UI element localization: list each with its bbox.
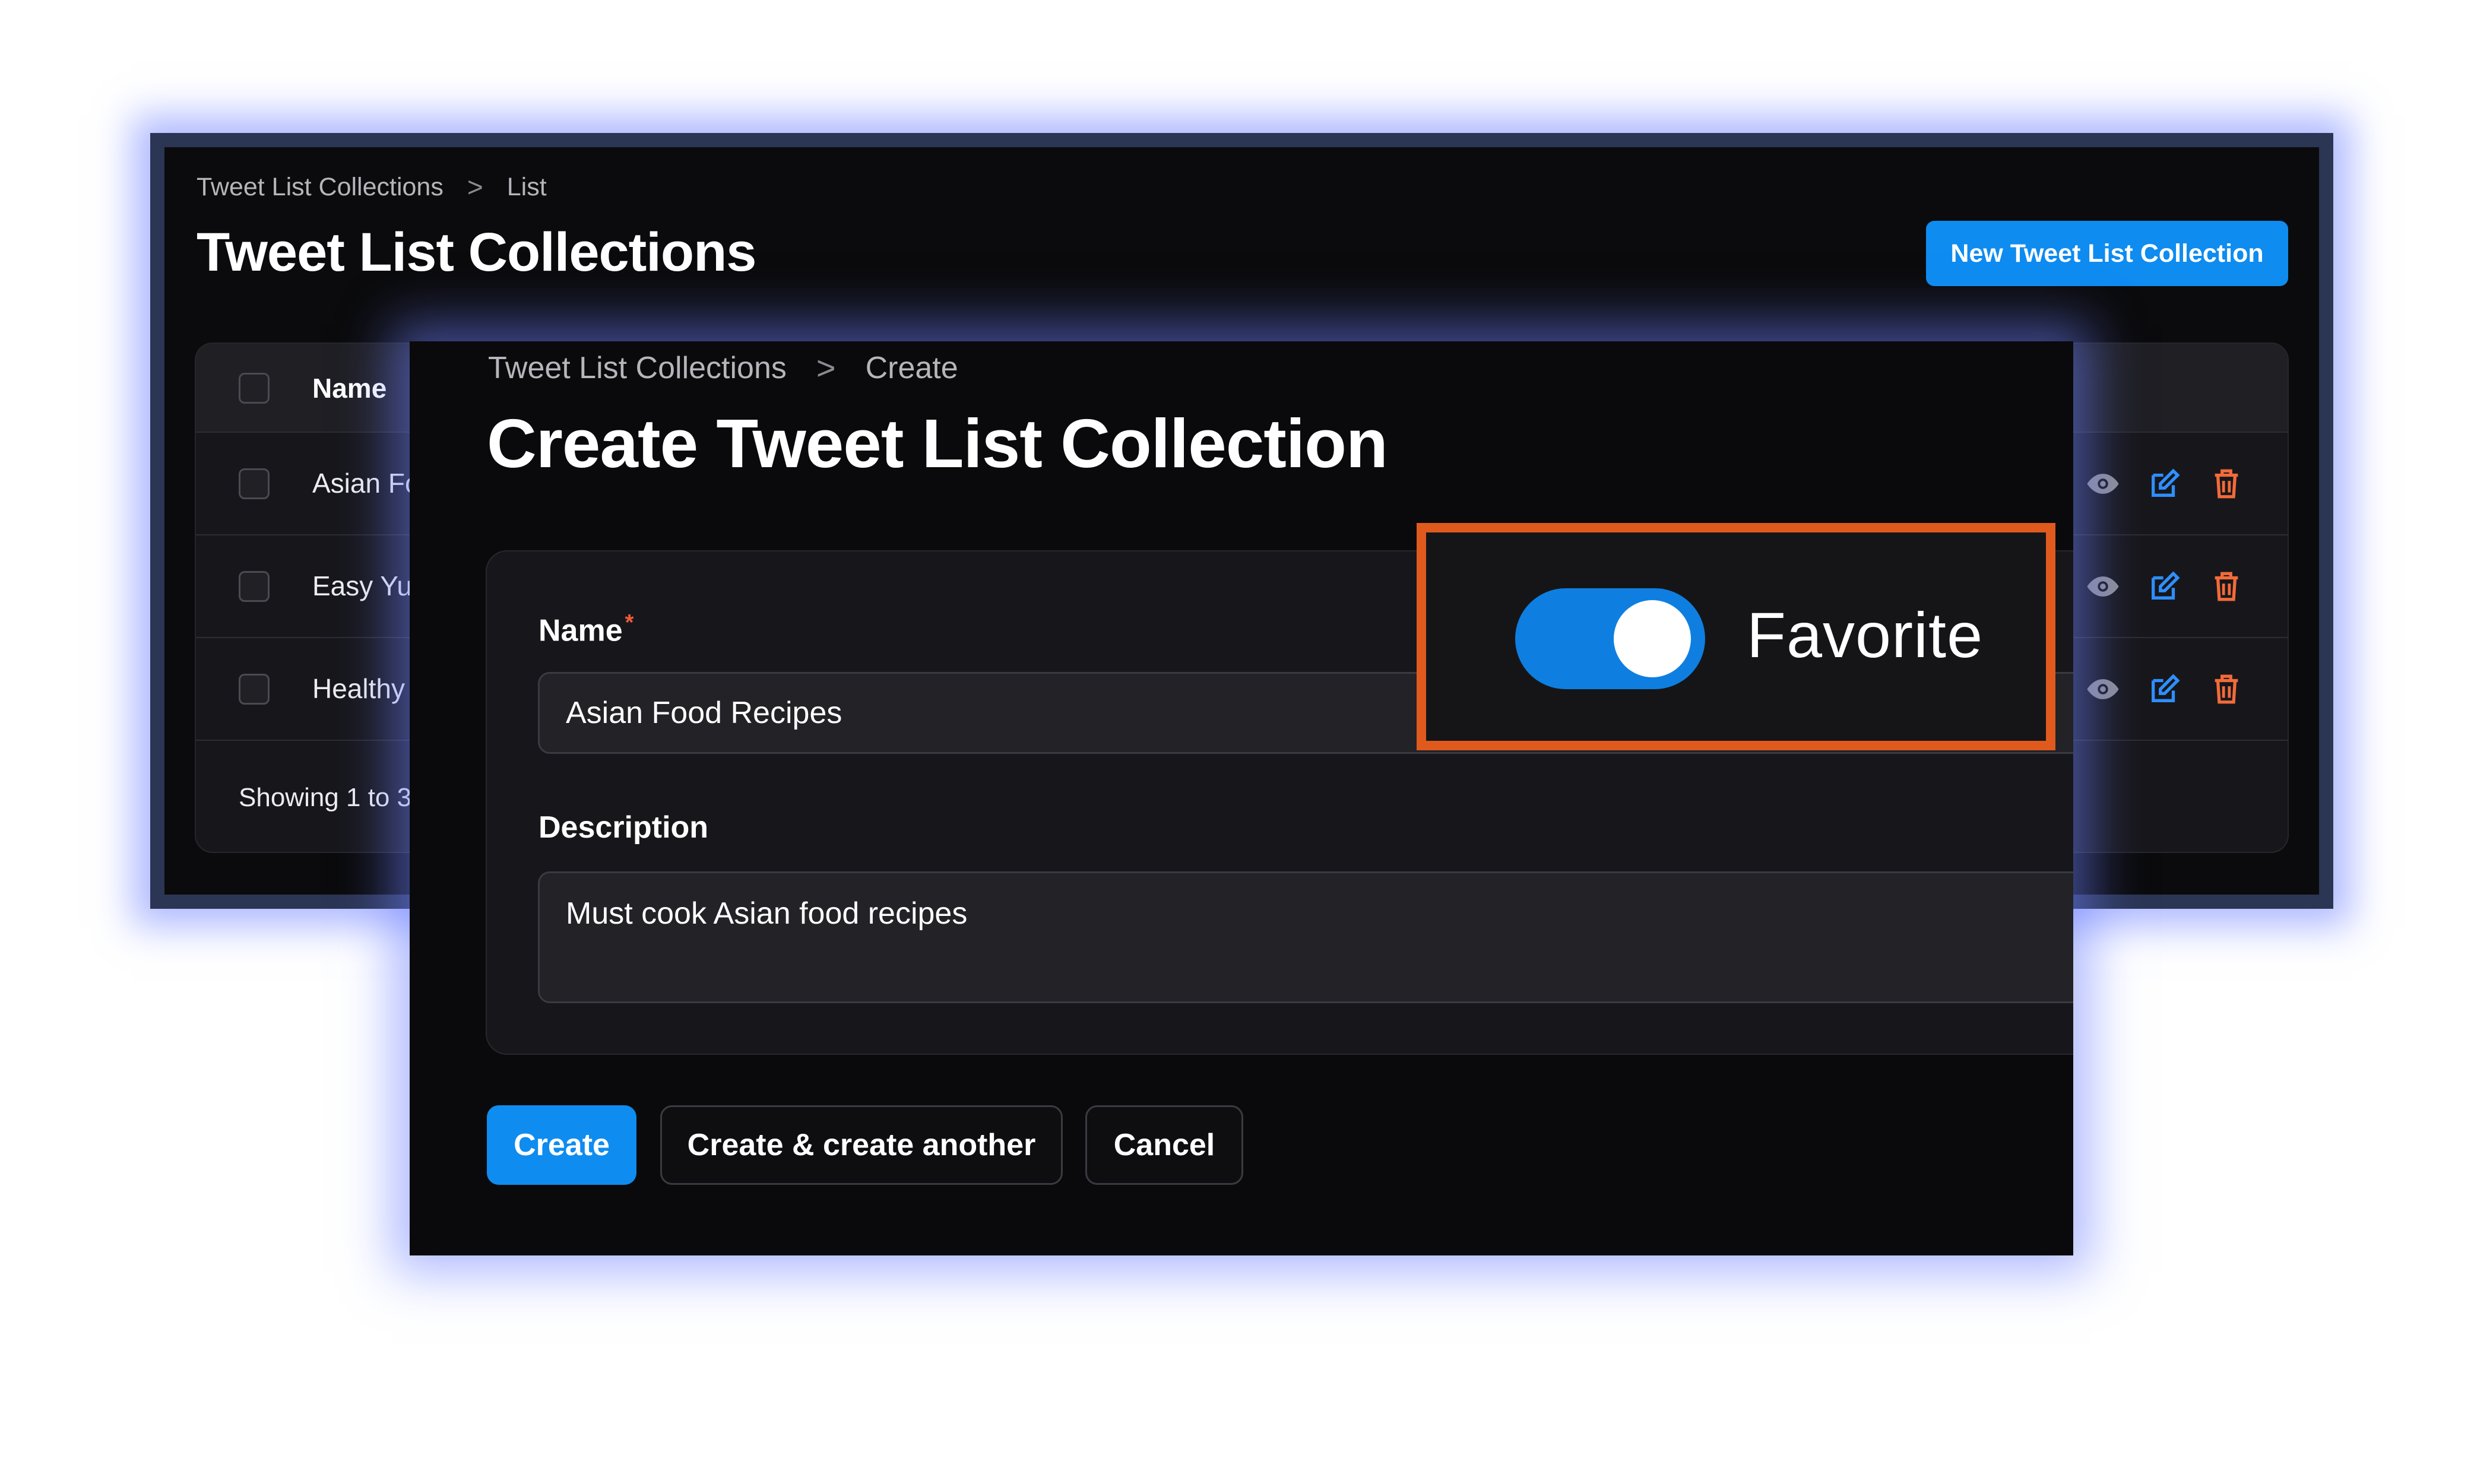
list-breadcrumb: Tweet List Collections > List [197,171,547,203]
column-header-name[interactable]: Name [312,372,387,404]
pagination-summary: Showing 1 to 3 [239,783,412,812]
form-page-title: Create Tweet List Collection [487,405,1388,482]
edit-icon[interactable] [2147,672,2182,706]
form-breadcrumb: Tweet List Collections > Create [488,348,958,387]
row-checkbox[interactable] [239,571,270,602]
eye-icon[interactable] [2086,467,2120,501]
edit-icon[interactable] [2147,569,2182,604]
favorite-toggle-label: Favorite [1747,599,1984,671]
breadcrumb-separator: > [816,349,836,386]
row-checkbox[interactable] [239,468,270,499]
select-all-checkbox[interactable] [239,373,270,404]
trash-icon[interactable] [2209,672,2244,706]
edit-icon[interactable] [2147,467,2182,501]
create-another-button[interactable]: Create & create another [660,1105,1063,1185]
breadcrumb-item-list: List [506,172,547,201]
row-name-cell: Easy Yu [312,570,412,601]
toggle-knob [1614,600,1691,677]
row-checkbox[interactable] [239,674,270,705]
breadcrumb-item-create: Create [865,350,958,385]
create-button[interactable]: Create [487,1105,636,1185]
breadcrumb-item-collections[interactable]: Tweet List Collections [197,173,444,202]
list-page-title: Tweet List Collections [197,222,756,283]
eye-icon[interactable] [2086,569,2120,604]
new-collection-button[interactable]: New Tweet List Collection [1926,221,2288,286]
breadcrumb-separator: > [467,172,483,202]
breadcrumb-item-collections[interactable]: Tweet List Collections [488,350,787,386]
required-marker: * [625,610,634,635]
row-actions [2086,569,2244,604]
name-label-text: Name [538,613,623,648]
favorite-toggle[interactable] [1515,588,1705,689]
description-textarea[interactable]: Must cook Asian food recipes [538,871,2073,1003]
row-name-cell: Healthy [312,673,405,704]
trash-icon[interactable] [2209,467,2244,501]
row-name-cell: Asian Fo [312,468,420,499]
row-actions [2086,672,2244,706]
cancel-button[interactable]: Cancel [1085,1105,1243,1185]
name-field-label: Name * [538,610,633,648]
favorite-highlight-box: Favorite [1417,523,2055,750]
eye-icon[interactable] [2086,672,2120,706]
trash-icon[interactable] [2209,569,2244,604]
row-actions [2086,467,2244,501]
description-field-label: Description [538,810,709,845]
